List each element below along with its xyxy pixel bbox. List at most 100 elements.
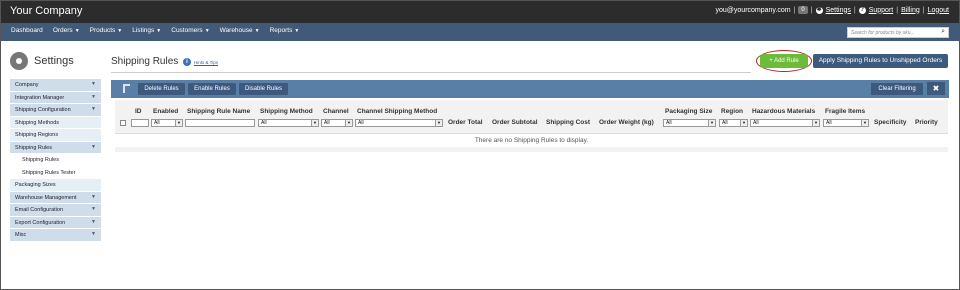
chevron-down-icon: ▼ <box>311 120 318 126</box>
chevron-down-icon: ▼ <box>740 120 747 126</box>
settings-link[interactable]: Settings <box>826 7 851 14</box>
chevron-down-icon: ▼ <box>861 120 868 126</box>
col-order-total[interactable]: Order Total <box>448 119 483 126</box>
sidebar-item-shipping-rules[interactable]: Shipping Rules <box>10 154 101 167</box>
nav-warehouse[interactable]: Warehouse ▼ <box>220 27 260 34</box>
caret-down-icon: ▼ <box>91 218 96 225</box>
caret-down-icon: ▼ <box>91 106 96 112</box>
sidebar-item-shipping-regions[interactable]: Shipping Regions <box>10 129 101 142</box>
divider <box>111 72 751 73</box>
sidebar-item-shipping-rules-group[interactable]: Shipping Rules ▼ <box>10 141 101 154</box>
col-order-weight[interactable]: Order Weight (kg) <box>599 119 654 126</box>
caret-down-icon: ▼ <box>91 206 96 212</box>
sidebar-title: Settings <box>34 55 74 67</box>
help-icon: ? <box>858 6 866 14</box>
notification-badge[interactable]: 0 <box>798 6 808 14</box>
caret-down-icon: ▼ <box>294 28 300 34</box>
support-link[interactable]: Support <box>869 7 894 14</box>
logout-link[interactable]: Logout <box>928 7 949 14</box>
sidebar-item-shipping-methods[interactable]: Shipping Methods <box>10 116 101 129</box>
chevron-down-icon: ▼ <box>175 120 182 126</box>
col-id[interactable]: ID <box>135 108 142 115</box>
hazardous-materials-filter-select[interactable]: All ▼ <box>750 119 820 127</box>
caret-down-icon: ▼ <box>91 81 96 87</box>
sidebar-item-warehouse-management[interactable]: Warehouse Management ▼ <box>10 191 101 204</box>
disable-rules-button[interactable]: Disable Rules <box>239 83 288 95</box>
sidebar-item-integration-manager[interactable]: Integration Manager ▼ <box>10 91 101 104</box>
brand-name: Your Company <box>10 5 83 17</box>
channel-filter-select[interactable]: All ▼ <box>321 119 353 127</box>
caret-down-icon: ▼ <box>74 28 80 34</box>
channel-shipping-method-filter-select[interactable]: All ▼ <box>355 119 443 127</box>
col-enabled[interactable]: Enabled <box>153 108 178 115</box>
info-icon: i <box>183 58 191 66</box>
sidebar-item-export-configuration[interactable]: Export Configuration ▼ <box>10 216 101 229</box>
select-arrow-icon <box>123 84 130 93</box>
main-nav: Dashboard Orders ▼ Products ▼ Listings ▼ Cu… <box>1 23 959 41</box>
sidebar-item-misc[interactable]: Misc ▼ <box>10 229 101 242</box>
sidebar-item-email-configuration[interactable]: Email Configuration ▼ <box>10 204 101 217</box>
chevron-down-icon: ▼ <box>435 120 442 126</box>
col-shipping-method[interactable]: Shipping Method <box>260 108 313 115</box>
apply-rules-button[interactable]: Apply Shipping Rules to Unshipped Orders <box>813 54 948 68</box>
nav-orders[interactable]: Orders ▼ <box>53 27 80 34</box>
col-hazardous-materials[interactable]: Hazardous Materials <box>752 108 815 115</box>
rules-grid: ID Enabled Shipping Rule Name Shipping M… <box>115 100 948 152</box>
gear-icon: ✱ <box>815 6 823 14</box>
caret-down-icon: ▼ <box>91 143 96 150</box>
hints-link[interactable]: Hints & Tips <box>194 60 218 65</box>
table-toolbar: Delete Rules Enable Rules Disable Rules … <box>111 80 949 98</box>
col-channel-shipping-method[interactable]: Channel Shipping Method <box>357 108 437 115</box>
account-links: you@yourcompany.com | 0 | ✱ Settings | ?… <box>715 6 949 14</box>
clear-filtering-button[interactable]: Clear Filtering <box>871 83 923 95</box>
packaging-size-filter-select[interactable]: All ▼ <box>663 119 716 127</box>
empty-message: There are no Shipping Rules to display. <box>115 133 948 147</box>
col-rule-name[interactable]: Shipping Rule Name <box>187 108 250 115</box>
sidebar-item-packaging-sizes[interactable]: Packaging Sizes <box>10 179 101 192</box>
caret-down-icon: ▼ <box>91 193 96 200</box>
nav-listings[interactable]: Listings ▼ <box>132 27 161 34</box>
col-fragile-items[interactable]: Fragile Items <box>825 108 865 115</box>
caret-down-icon: ▼ <box>204 28 210 34</box>
add-rule-button[interactable]: + Add Rule <box>760 54 808 68</box>
id-filter-input[interactable] <box>131 119 149 127</box>
sidebar-item-shipping-configuration[interactable]: Shipping Configuration ▼ <box>10 104 101 117</box>
top-bar: Your Company you@yourcompany.com | 0 | ✱… <box>1 1 959 23</box>
chevron-down-icon: ▼ <box>345 120 352 126</box>
nav-products[interactable]: Products ▼ <box>90 27 123 34</box>
select-all-checkbox[interactable] <box>120 120 126 126</box>
col-region[interactable]: Region <box>721 108 743 115</box>
settings-sidebar: Company ▼ Integration Manager ▼ Shipping C… <box>10 79 101 242</box>
settings-header: Settings <box>10 52 74 70</box>
sidebar-item-shipping-rules-tester[interactable]: Shipping Rules Tester <box>10 166 101 179</box>
enable-rules-button[interactable]: Enable Rules <box>188 83 236 95</box>
sidebar-item-company[interactable]: Company ▼ <box>10 79 101 92</box>
caret-down-icon: ▼ <box>117 28 123 34</box>
hints-tips[interactable]: i Hints & Tips <box>183 58 218 66</box>
region-filter-select[interactable]: All ▼ <box>719 119 748 127</box>
rule-name-filter-input[interactable] <box>185 119 255 127</box>
col-order-subtotal[interactable]: Order Subtotal <box>492 119 538 126</box>
delete-rules-button[interactable]: Delete Rules <box>138 83 185 95</box>
caret-down-icon: ▼ <box>254 28 260 34</box>
search-icon[interactable]: ⌕ <box>941 28 945 36</box>
shipping-method-filter-select[interactable]: All ▼ <box>258 119 319 127</box>
fragile-items-filter-select[interactable]: All ▼ <box>823 119 869 127</box>
col-shipping-cost[interactable]: Shipping Cost <box>546 119 590 126</box>
page-title: Shipping Rules <box>111 56 179 67</box>
billing-link[interactable]: Billing <box>901 7 920 14</box>
product-search-input[interactable]: Search for products by sku... ⌕ <box>847 27 949 38</box>
col-priority[interactable]: Priority <box>915 119 938 126</box>
nav-customers[interactable]: Customers ▼ <box>171 27 209 34</box>
caret-down-icon: ▼ <box>91 231 96 237</box>
tools-icon[interactable]: ✖ <box>927 82 945 95</box>
col-packaging-size[interactable]: Packaging Size <box>665 108 712 115</box>
caret-down-icon: ▼ <box>91 93 96 100</box>
gear-icon <box>10 52 28 70</box>
enabled-filter-select[interactable]: All ▼ <box>151 119 183 127</box>
nav-dashboard[interactable]: Dashboard <box>11 27 43 34</box>
chevron-down-icon: ▼ <box>708 120 715 126</box>
nav-reports[interactable]: Reports ▼ <box>270 27 300 34</box>
col-specificity[interactable]: Specificity <box>874 119 907 126</box>
col-channel[interactable]: Channel <box>323 108 349 115</box>
